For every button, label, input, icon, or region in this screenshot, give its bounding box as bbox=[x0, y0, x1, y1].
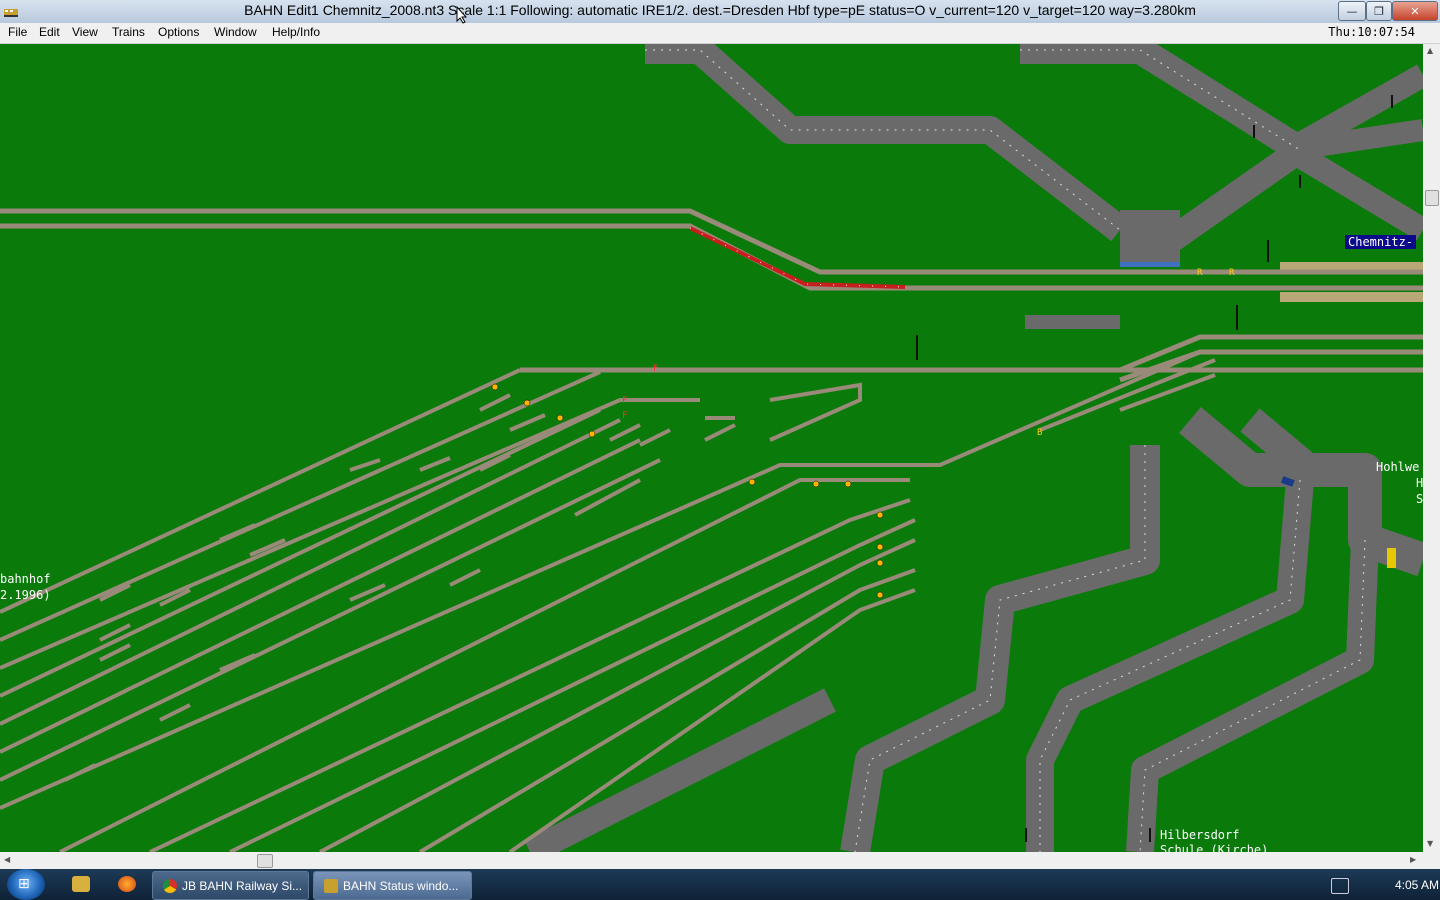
menu-edit[interactable]: Edit bbox=[39, 25, 60, 39]
signal-marker: F bbox=[622, 396, 628, 406]
scrollbar-corner bbox=[1423, 852, 1440, 869]
chrome-icon bbox=[163, 878, 177, 893]
bus-vehicle bbox=[1387, 548, 1396, 568]
taskbar-label: BAHN Status windo... bbox=[343, 878, 459, 893]
place-label-hohlweg: Hohlwe bbox=[1376, 460, 1420, 474]
window-title: BAHN Edit1 Chemnitz_2008.nt3 Scale 1:1 F… bbox=[244, 2, 1196, 18]
close-icon: ✕ bbox=[1410, 4, 1420, 18]
scroll-down-icon[interactable]: ▼ bbox=[1427, 839, 1433, 848]
menu-options[interactable]: Options bbox=[158, 25, 199, 39]
minimize-icon: — bbox=[1346, 4, 1358, 18]
menu-window[interactable]: Window bbox=[214, 25, 257, 39]
mouse-cursor-icon bbox=[456, 6, 468, 24]
network-icon[interactable] bbox=[1331, 878, 1349, 894]
menu-help-info[interactable]: Help/Info bbox=[272, 25, 320, 39]
place-label-h: H bbox=[1416, 476, 1423, 490]
railway-map-canvas[interactable]: Chemnitz- bahnhof 2.1996) Hohlwe H S Hil… bbox=[0, 44, 1423, 852]
menu-trains[interactable]: Trains bbox=[112, 25, 145, 39]
window-titlebar[interactable]: BAHN Edit1 Chemnitz_2008.nt3 Scale 1:1 F… bbox=[0, 0, 1440, 23]
firefox-icon[interactable] bbox=[118, 876, 136, 892]
maximize-button[interactable]: ❐ bbox=[1366, 1, 1392, 21]
horizontal-scrollbar[interactable]: ◀ ▶ bbox=[0, 852, 1423, 869]
menu-view[interactable]: View bbox=[72, 25, 98, 39]
vertical-scroll-thumb[interactable] bbox=[1425, 190, 1439, 206]
railway-map-drawing bbox=[0, 44, 1423, 852]
minimize-button[interactable]: — bbox=[1338, 1, 1366, 21]
taskbar-clock[interactable]: 4:05 AM bbox=[1395, 878, 1439, 892]
station-sign-chemnitz: Chemnitz- bbox=[1345, 235, 1417, 249]
stop-label-hilbersdorf: Hilbersdorf bbox=[1160, 828, 1240, 842]
platforms bbox=[1120, 262, 1423, 302]
taskbar-label: JB BAHN Railway Si... bbox=[182, 878, 303, 893]
folder-icon[interactable] bbox=[72, 876, 90, 892]
train-ire1-2[interactable] bbox=[689, 226, 906, 289]
station-label-date: 2.1996) bbox=[0, 588, 51, 602]
taskbar-button-jb-bahn[interactable]: JB BAHN Railway Si... bbox=[152, 871, 309, 900]
scroll-left-icon[interactable]: ◀ bbox=[4, 855, 10, 864]
bahn-app-icon bbox=[324, 878, 338, 893]
scroll-up-icon[interactable]: ▲ bbox=[1427, 46, 1433, 55]
place-label-s: S bbox=[1416, 492, 1423, 506]
signal-marker: F bbox=[622, 411, 628, 421]
windows-start-icon[interactable]: ⊞ bbox=[7, 869, 45, 900]
horizontal-scroll-thumb[interactable] bbox=[257, 854, 273, 868]
close-button[interactable]: ✕ bbox=[1392, 1, 1438, 21]
stop-label-schule: Schule (Kirche) bbox=[1160, 843, 1269, 852]
taskbar: ⊞ JB BAHN Railway Si... BAHN Status wind… bbox=[0, 869, 1440, 900]
taskbar-button-bahn-status[interactable]: BAHN Status windo... bbox=[313, 871, 472, 900]
signal-marker: B bbox=[1037, 428, 1043, 438]
signal-marker: R bbox=[1197, 268, 1203, 278]
menu-bar: File Edit View Trains Options Window Hel… bbox=[0, 23, 1440, 44]
station-label-bahnhof: bahnhof bbox=[0, 572, 51, 586]
maximize-icon: ❐ bbox=[1374, 4, 1384, 18]
simulation-clock: Thu:10:07:54 bbox=[1328, 25, 1415, 39]
vertical-scrollbar[interactable]: ▲ ▼ bbox=[1423, 44, 1440, 852]
signal-marker: F bbox=[653, 364, 659, 374]
signal-marker: R bbox=[1229, 268, 1235, 278]
menu-file[interactable]: File bbox=[8, 25, 27, 39]
scroll-right-icon[interactable]: ▶ bbox=[1410, 855, 1416, 864]
